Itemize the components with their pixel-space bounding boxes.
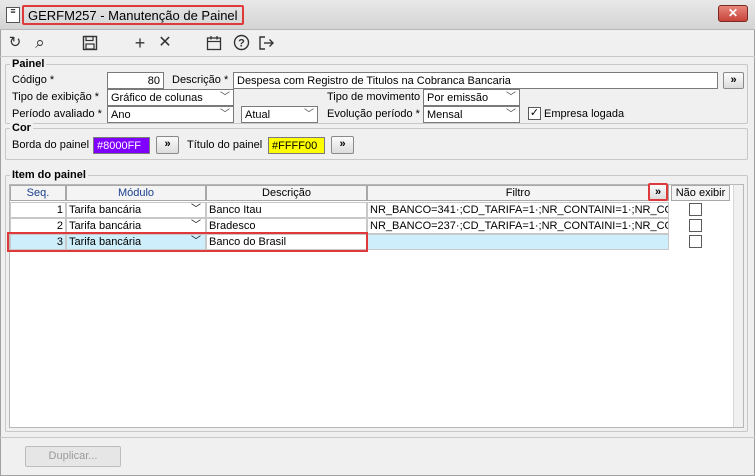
help-icon[interactable]: ? [231, 33, 251, 53]
row1-filtro[interactable]: NR_BANCO=341·;CD_TARIFA=1·;NR_CONTAINI=1… [367, 202, 669, 218]
evolucao-label: Evolução período * [327, 108, 420, 120]
chevron-down-icon: ﹀ [220, 109, 230, 120]
chevron-down-icon: ﹀ [506, 92, 516, 103]
codigo-input[interactable]: 80 [107, 72, 164, 89]
borda-color-input[interactable]: #8000FF [93, 137, 150, 154]
filtro-button[interactable]: » [648, 183, 668, 201]
row3-highlight [7, 232, 368, 252]
row2-filtro[interactable]: NR_BANCO=237·;CD_TARIFA=1·;NR_CONTAINI=1… [367, 218, 669, 234]
tipo-exibicao-select[interactable]: Gráfico de colunas ﹀ [107, 89, 234, 106]
descricao-input[interactable]: Despesa com Registro de Titulos na Cobra… [233, 72, 718, 89]
borda-color-button[interactable]: » [156, 136, 179, 154]
refresh-icon[interactable]: ↻ [5, 33, 25, 53]
row1-descricao[interactable]: Banco Itau [206, 202, 367, 218]
titulo-color-input[interactable]: #FFFF00 [268, 137, 325, 154]
exit-icon[interactable] [256, 33, 276, 53]
row1-modulo-value: Tarifa bancária [69, 204, 142, 216]
evolucao-select[interactable]: Mensal ﹀ [423, 106, 520, 123]
close-button[interactable]: ✕ [718, 5, 748, 22]
chevron-down-icon: ﹀ [220, 92, 230, 103]
save-icon[interactable] [80, 33, 100, 53]
periodo-ref-value: Atual [245, 109, 271, 121]
delete-icon[interactable]: ✕ [155, 33, 175, 53]
grid-scrollbar[interactable] [733, 185, 743, 427]
tipo-exibicao-value: Gráfico de colunas [111, 92, 203, 104]
titulo-color-button[interactable]: » [331, 136, 354, 154]
header-modulo[interactable]: Módulo [66, 185, 206, 201]
cor-group-title: Cor [10, 122, 33, 134]
toolbar-divider [0, 56, 755, 57]
empresa-logada-label: Empresa logada [544, 108, 625, 120]
descricao-label: Descrição * [172, 74, 229, 86]
duplicar-button[interactable]: Duplicar... [25, 446, 121, 467]
header-filtro[interactable]: Filtro [367, 185, 669, 201]
calendar-icon[interactable] [204, 33, 224, 53]
periodo-select[interactable]: Ano ﹀ [107, 106, 234, 123]
periodo-label: Período avaliado * [12, 108, 102, 120]
itens-group-title: Item do painel [10, 169, 88, 181]
evolucao-value: Mensal [427, 109, 463, 121]
header-seq[interactable]: Seq. [10, 185, 66, 201]
row2-nao-exibir-checkbox[interactable] [689, 219, 702, 232]
document-icon: ≡ [6, 7, 20, 23]
row1-modulo[interactable]: Tarifa bancária ﹀ [66, 202, 206, 218]
titulo-label: Título do painel [187, 139, 263, 151]
window-title: GERFM257 - Manutenção de Painel [22, 5, 244, 25]
tipo-movimento-value: Por emissão [427, 92, 489, 104]
descricao-lookup-button[interactable]: » [723, 72, 744, 89]
svg-text:?: ? [238, 38, 245, 50]
row1-nao-exibir-checkbox[interactable] [689, 203, 702, 216]
row1-seq[interactable]: 1 [10, 202, 66, 218]
header-nao-exibir[interactable]: Não exibir [671, 185, 730, 201]
chevron-down-icon: ﹀ [191, 220, 201, 231]
row2-modulo-value: Tarifa bancária [69, 220, 142, 232]
codigo-label: Código * [12, 74, 55, 86]
header-descricao[interactable]: Descrição [206, 185, 367, 201]
chevron-down-icon: ﹀ [506, 109, 516, 120]
search-icon[interactable]: ⌕ [30, 33, 50, 53]
row3-filtro[interactable] [367, 234, 669, 250]
periodo-ref-select[interactable]: Atual ﹀ [241, 106, 318, 123]
periodo-value: Ano [111, 109, 131, 121]
footer-divider [0, 437, 755, 438]
row3-nao-exibir-checkbox[interactable] [689, 235, 702, 248]
tipo-exibicao-label: Tipo de exibição * [12, 91, 100, 103]
empresa-logada-checkbox[interactable]: ✓ [528, 107, 541, 120]
tipo-movimento-label: Tipo de movimento [327, 91, 421, 103]
tipo-movimento-select[interactable]: Por emissão ﹀ [423, 89, 520, 106]
chevron-down-icon: ﹀ [304, 109, 314, 120]
borda-label: Borda do painel [12, 139, 90, 151]
chevron-down-icon: ﹀ [191, 204, 201, 215]
add-icon[interactable]: + [130, 33, 150, 53]
painel-group-title: Painel [10, 58, 47, 70]
